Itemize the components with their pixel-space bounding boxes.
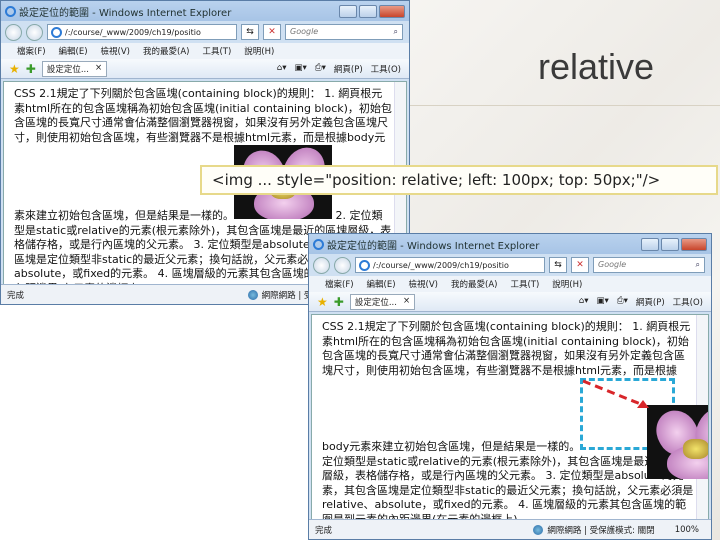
browser-tab[interactable]: 設定定位... × xyxy=(349,293,416,310)
ie-icon xyxy=(313,238,324,250)
code-caption: <img ... style="position: relative; left… xyxy=(200,165,718,195)
home-icon[interactable]: ⌂▾ xyxy=(277,63,287,75)
menu-bar: 檔案(F) 編輯(E) 檢視(V) 我的最愛(A) 工具(T) 說明(H) xyxy=(1,43,409,59)
globe-icon xyxy=(247,289,258,300)
page-icon xyxy=(359,259,370,271)
stop-button[interactable]: ✕ xyxy=(263,24,281,40)
paragraph-text-1: CSS 2.1規定了下列關於包含區塊(containing block)的規則：… xyxy=(14,87,392,222)
stop-button[interactable]: ✕ xyxy=(571,257,589,273)
command-bar: ★ ✚ 設定定位... × ⌂▾ ▣▾ ⎙▾ 網頁(P) 工具(O) xyxy=(1,59,409,79)
refresh-button[interactable]: ⇆ xyxy=(549,257,567,273)
browser-tab[interactable]: 設定定位... × xyxy=(41,60,108,77)
search-input[interactable]: Google ⌕ xyxy=(593,257,705,273)
menu-tools[interactable]: 工具(T) xyxy=(202,45,231,57)
menu-favorites[interactable]: 我的最愛(A) xyxy=(451,278,497,290)
menu-file[interactable]: 檔案(F) xyxy=(17,45,46,57)
status-text: 完成 xyxy=(7,290,25,301)
page-menu-button[interactable]: 網頁(P) xyxy=(636,296,665,308)
search-input[interactable]: Google ⌕ xyxy=(285,24,403,40)
menu-favorites[interactable]: 我的最愛(A) xyxy=(143,45,189,57)
search-icon: ⌕ xyxy=(695,260,700,269)
browser-window-relative: 設定定位的範圍 - Windows Internet Explorer /:/c… xyxy=(308,233,712,540)
feeds-icon[interactable]: ▣▾ xyxy=(295,63,307,75)
minimize-button[interactable] xyxy=(641,237,659,251)
zoom-level[interactable]: 100% xyxy=(675,525,699,535)
close-button[interactable] xyxy=(379,4,405,18)
close-button[interactable] xyxy=(681,237,707,251)
favorites-star-icon[interactable]: ★ xyxy=(9,62,20,76)
tab-close-icon: × xyxy=(94,62,103,73)
nav-bar: /:/course/_www/2009/ch19/positio ⇆ ✕ Goog… xyxy=(1,21,409,43)
original-position-placeholder xyxy=(580,378,708,479)
title-bar: 設定定位的範圍 - Windows Internet Explorer xyxy=(1,1,409,21)
window-title: 設定定位的範圍 - Windows Internet Explorer xyxy=(327,240,540,252)
tab-close-icon: × xyxy=(402,295,411,306)
feeds-icon[interactable]: ▣▾ xyxy=(597,296,609,308)
globe-icon xyxy=(533,524,544,535)
ie-icon xyxy=(5,5,16,17)
menu-view[interactable]: 檢視(V) xyxy=(409,278,438,290)
status-text: 完成 xyxy=(315,525,333,536)
page-icon xyxy=(51,26,62,38)
title-bar: 設定定位的範圍 - Windows Internet Explorer xyxy=(309,234,711,254)
address-bar[interactable]: /:/course/_www/2009/ch19/positio xyxy=(47,24,237,40)
forward-button[interactable] xyxy=(26,23,43,41)
home-icon[interactable]: ⌂▾ xyxy=(579,296,589,308)
tools-menu-button[interactable]: 工具(O) xyxy=(371,63,401,75)
menu-help[interactable]: 說明(H) xyxy=(244,45,274,57)
print-icon[interactable]: ⎙▾ xyxy=(315,63,326,75)
nav-bar: /:/course/_www/2009/ch19/positio ⇆ ✕ Goog… xyxy=(309,254,711,276)
security-zone: 網際網路 | 受保護模式: 關閉 xyxy=(547,525,655,536)
favorites-star-icon[interactable]: ★ xyxy=(317,295,328,309)
menu-edit[interactable]: 編輯(E) xyxy=(367,278,396,290)
status-bar: 完成 網際網路 | 受保護模式: 關閉 100% xyxy=(309,519,711,539)
window-title: 設定定位的範圍 - Windows Internet Explorer xyxy=(19,7,232,19)
minimize-button[interactable] xyxy=(339,4,357,18)
menu-view[interactable]: 檢視(V) xyxy=(101,45,130,57)
address-bar[interactable]: /:/course/_www/2009/ch19/positio xyxy=(355,257,545,273)
title-divider xyxy=(410,105,720,106)
search-icon: ⌕ xyxy=(393,27,398,36)
menu-bar: 檔案(F) 編輯(E) 檢視(V) 我的最愛(A) 工具(T) 說明(H) xyxy=(309,276,711,292)
page-menu-button[interactable]: 網頁(P) xyxy=(334,63,363,75)
back-button[interactable] xyxy=(313,256,330,274)
menu-file[interactable]: 檔案(F) xyxy=(325,278,354,290)
forward-button[interactable] xyxy=(334,256,351,274)
offset-arrow xyxy=(582,379,650,408)
maximize-button[interactable] xyxy=(359,4,377,18)
lotus-image xyxy=(647,405,708,479)
back-button[interactable] xyxy=(5,23,22,41)
menu-tools[interactable]: 工具(T) xyxy=(510,278,539,290)
address-text: /:/course/_www/2009/ch19/positio xyxy=(65,27,201,37)
address-text: /:/course/_www/2009/ch19/positio xyxy=(373,260,509,270)
maximize-button[interactable] xyxy=(661,237,679,251)
command-bar: ★ ✚ 設定定位... × ⌂▾ ▣▾ ⎙▾ 網頁(P) 工具(O) xyxy=(309,292,711,312)
tools-menu-button[interactable]: 工具(O) xyxy=(673,296,703,308)
add-favorite-icon[interactable]: ✚ xyxy=(26,62,36,76)
page-content: CSS 2.1規定了下列關於包含區塊(containing block)的規則：… xyxy=(311,314,709,521)
menu-edit[interactable]: 編輯(E) xyxy=(59,45,88,57)
menu-help[interactable]: 說明(H) xyxy=(552,278,582,290)
slide-title: relative xyxy=(538,46,655,87)
print-icon[interactable]: ⎙▾ xyxy=(617,296,628,308)
add-favorite-icon[interactable]: ✚ xyxy=(334,295,344,309)
refresh-button[interactable]: ⇆ xyxy=(241,24,259,40)
